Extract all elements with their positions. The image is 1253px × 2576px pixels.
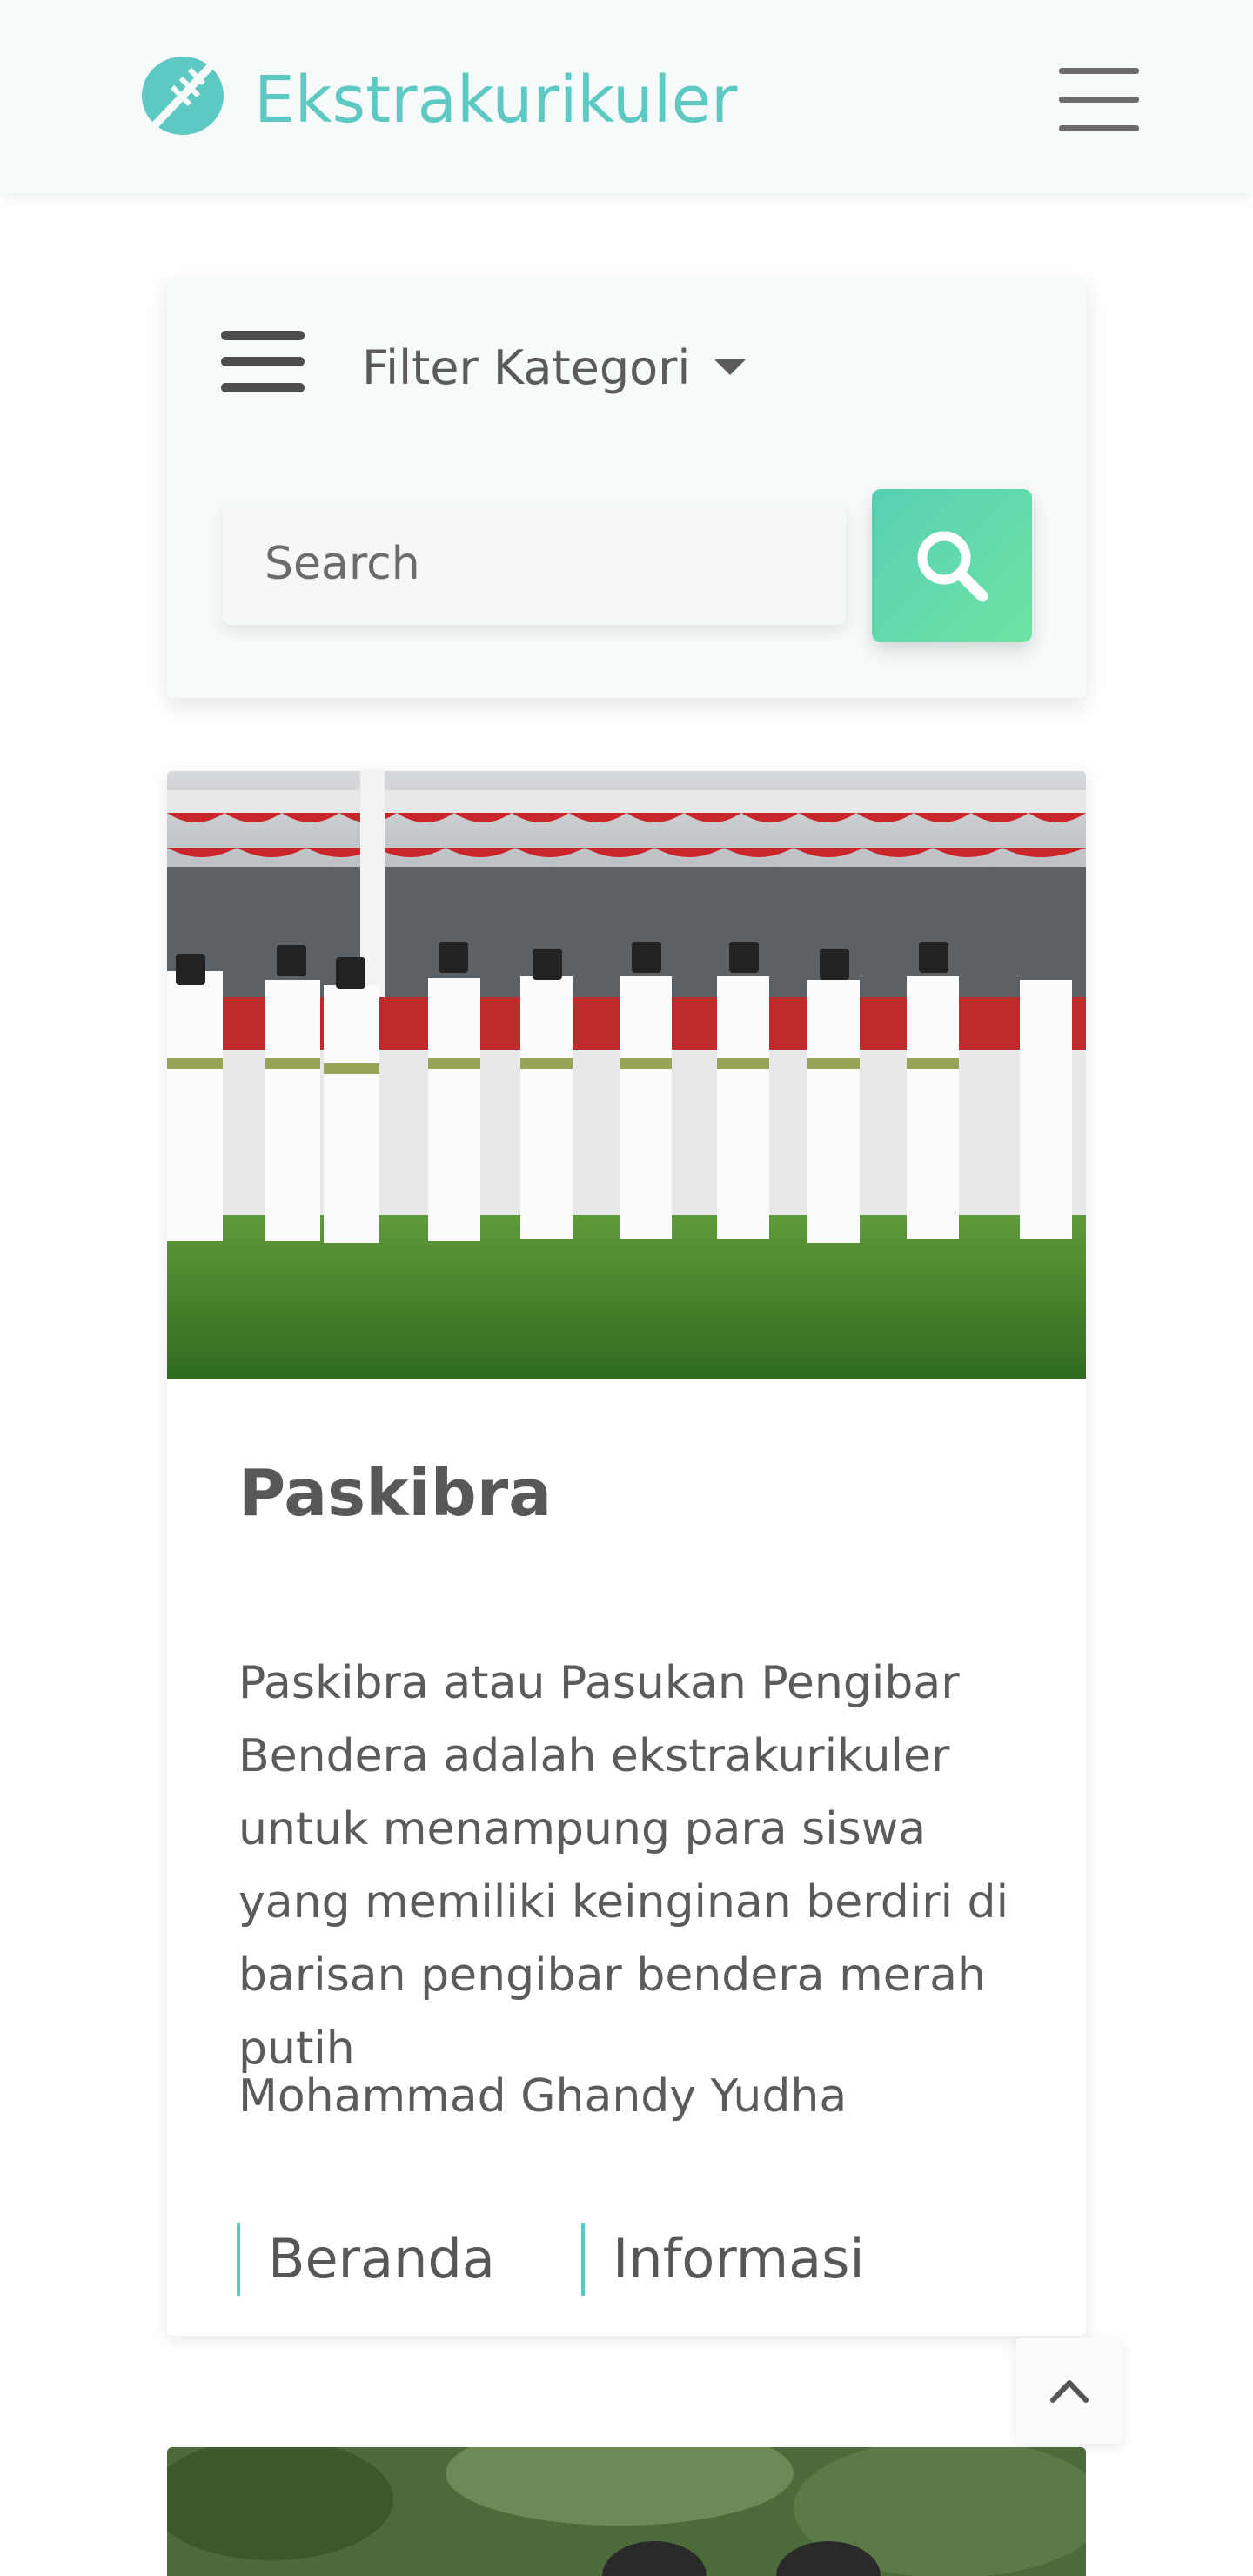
extracurricular-card: Paskibra Paskibra atau Pasukan Pengibar … <box>167 771 1086 2336</box>
card-title: Paskibra <box>238 1456 553 1531</box>
caret-down-icon <box>714 359 747 376</box>
card-description: Paskibra atau Pasukan Pengibar Bendera a… <box>238 1657 1009 2075</box>
informasi-link[interactable]: Informasi <box>581 2223 865 2296</box>
filter-category-dropdown[interactable]: Filter Kategori <box>362 339 747 397</box>
beranda-link[interactable]: Beranda <box>237 2223 495 2296</box>
chevron-up-icon <box>1050 2380 1089 2403</box>
search-button[interactable] <box>872 489 1032 642</box>
hamburger-menu-icon[interactable] <box>1055 64 1143 134</box>
paskibra-flag-team-photo <box>167 771 1086 1379</box>
filter-panel: Filter Kategori <box>167 277 1086 698</box>
search-input[interactable] <box>223 503 846 625</box>
back-to-top-button[interactable] <box>1016 2338 1122 2444</box>
brand-name[interactable]: Ekstrakurikuler <box>254 61 737 139</box>
search-icon <box>917 531 988 602</box>
navbar: Ekstrakurikuler <box>0 0 1253 193</box>
next-card-image <box>167 2447 1086 2576</box>
filter-list-icon[interactable] <box>221 331 308 400</box>
filter-category-label: Filter Kategori <box>362 340 691 395</box>
card-author: Mohammad Ghandy Yudha <box>238 2070 848 2123</box>
football-icon[interactable] <box>139 54 226 138</box>
